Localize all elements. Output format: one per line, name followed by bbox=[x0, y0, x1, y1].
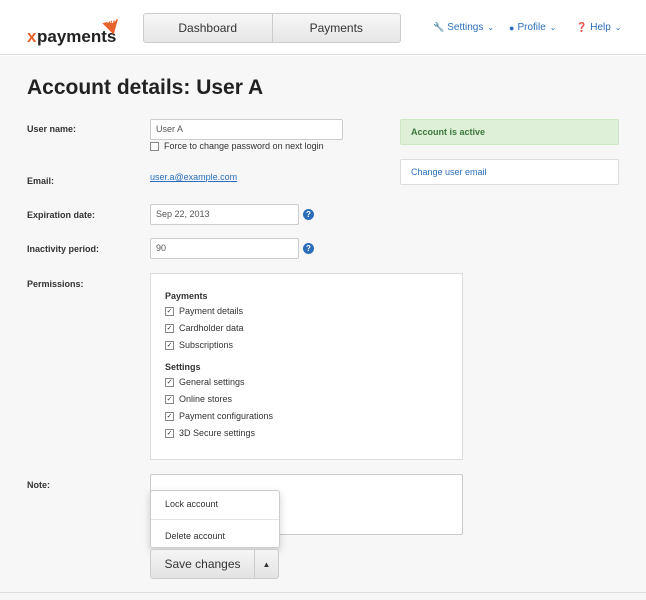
delete-account-item[interactable]: Delete account bbox=[165, 531, 225, 541]
top-header: x payments XP Dashboard Payments 🔧 Setti… bbox=[0, 0, 646, 55]
perm-3d-secure-settings[interactable]: ✓ 3D Secure settings bbox=[165, 428, 255, 438]
email-label: Email: bbox=[27, 176, 55, 186]
main-nav: Dashboard Payments bbox=[143, 13, 401, 43]
perm-subscriptions[interactable]: ✓ Subscriptions bbox=[165, 340, 233, 350]
logo-badge-text: XP bbox=[107, 18, 117, 25]
save-button-group: Save changes ▲ bbox=[150, 549, 279, 579]
checkbox-checked[interactable]: ✓ bbox=[165, 394, 174, 404]
perm-label: Cardholder data bbox=[179, 323, 244, 333]
expiration-date-input[interactable]: Sep 22, 2013 bbox=[150, 204, 299, 225]
inactivity-label: Inactivity period: bbox=[27, 244, 100, 254]
perm-label: General settings bbox=[179, 377, 245, 387]
chevron-down-icon: ⌄ bbox=[549, 23, 557, 32]
settings-group-title: Settings bbox=[165, 362, 201, 372]
help-menu[interactable]: ❓ Help ⌄ bbox=[576, 22, 622, 33]
perm-online-stores[interactable]: ✓ Online stores bbox=[165, 394, 232, 404]
inactivity-period-input[interactable]: 90 bbox=[150, 238, 299, 259]
force-change-label: Force to change password on next login bbox=[164, 141, 324, 151]
help-menu-label: Help bbox=[590, 22, 611, 33]
checkbox-checked[interactable]: ✓ bbox=[165, 377, 174, 387]
user-icon: ● bbox=[509, 22, 515, 33]
chevron-down-icon: ⌄ bbox=[614, 23, 622, 32]
footer-divider bbox=[0, 592, 646, 600]
perm-label: Payment details bbox=[179, 306, 244, 316]
question-circle-icon: ❓ bbox=[576, 22, 588, 32]
page-title: Account details: User A bbox=[27, 76, 264, 99]
checkbox-checked[interactable]: ✓ bbox=[165, 323, 174, 333]
payments-group-title: Payments bbox=[165, 291, 208, 301]
note-label: Note: bbox=[27, 480, 50, 490]
checkbox-checked[interactable]: ✓ bbox=[165, 306, 174, 316]
save-changes-button[interactable]: Save changes bbox=[150, 549, 255, 579]
perm-payment-configurations[interactable]: ✓ Payment configurations bbox=[165, 411, 273, 421]
perm-label: Subscriptions bbox=[179, 340, 234, 350]
username-input[interactable]: User A bbox=[150, 119, 343, 140]
checkbox-checked[interactable]: ✓ bbox=[165, 340, 174, 350]
perm-general-settings[interactable]: ✓ General settings bbox=[165, 377, 245, 387]
account-status-alert: Account is active bbox=[400, 119, 619, 145]
xpayments-logo[interactable]: x payments XP bbox=[27, 13, 124, 47]
username-label: User name: bbox=[27, 124, 77, 134]
settings-menu-label: Settings bbox=[447, 22, 484, 33]
permissions-label: Permissions: bbox=[27, 279, 84, 289]
settings-menu[interactable]: 🔧 Settings ⌄ bbox=[433, 22, 494, 33]
permissions-box: Payments ✓ Payment details ✓ Cardholder … bbox=[150, 273, 463, 460]
help-icon-expiration[interactable]: ? bbox=[303, 209, 314, 220]
email-link[interactable]: user.a@example.com bbox=[150, 172, 237, 182]
wrench-icon: 🔧 bbox=[433, 22, 445, 32]
chevron-down-icon: ⌄ bbox=[487, 23, 495, 32]
checkbox-checked[interactable]: ✓ bbox=[165, 411, 174, 421]
perm-label: Online stores bbox=[179, 394, 233, 404]
logo-prefix: x bbox=[27, 27, 37, 46]
force-change-checkbox[interactable] bbox=[150, 141, 159, 151]
dropdown-divider bbox=[151, 519, 279, 520]
logo-word: payments bbox=[37, 27, 117, 46]
profile-menu-label: Profile bbox=[517, 22, 546, 33]
lock-account-item[interactable]: Lock account bbox=[165, 499, 218, 509]
change-email-button[interactable]: Change user email bbox=[400, 159, 619, 185]
caret-up-icon[interactable]: ▲ bbox=[255, 549, 279, 579]
profile-menu[interactable]: ● Profile ⌄ bbox=[509, 22, 557, 33]
perm-payment-details[interactable]: ✓ Payment details bbox=[165, 306, 243, 316]
help-icon-inactivity[interactable]: ? bbox=[303, 243, 314, 254]
perm-cardholder-data[interactable]: ✓ Cardholder data bbox=[165, 323, 244, 333]
expiration-label: Expiration date: bbox=[27, 210, 96, 220]
perm-label: Payment configurations bbox=[179, 411, 274, 421]
checkbox-checked[interactable]: ✓ bbox=[165, 428, 174, 438]
tab-payments[interactable]: Payments bbox=[271, 14, 401, 42]
perm-label: 3D Secure settings bbox=[179, 428, 256, 438]
tab-dashboard[interactable]: Dashboard bbox=[144, 14, 272, 42]
force-change-row[interactable]: Force to change password on next login bbox=[150, 141, 324, 151]
account-actions-dropdown: Lock account Delete account bbox=[150, 490, 280, 548]
